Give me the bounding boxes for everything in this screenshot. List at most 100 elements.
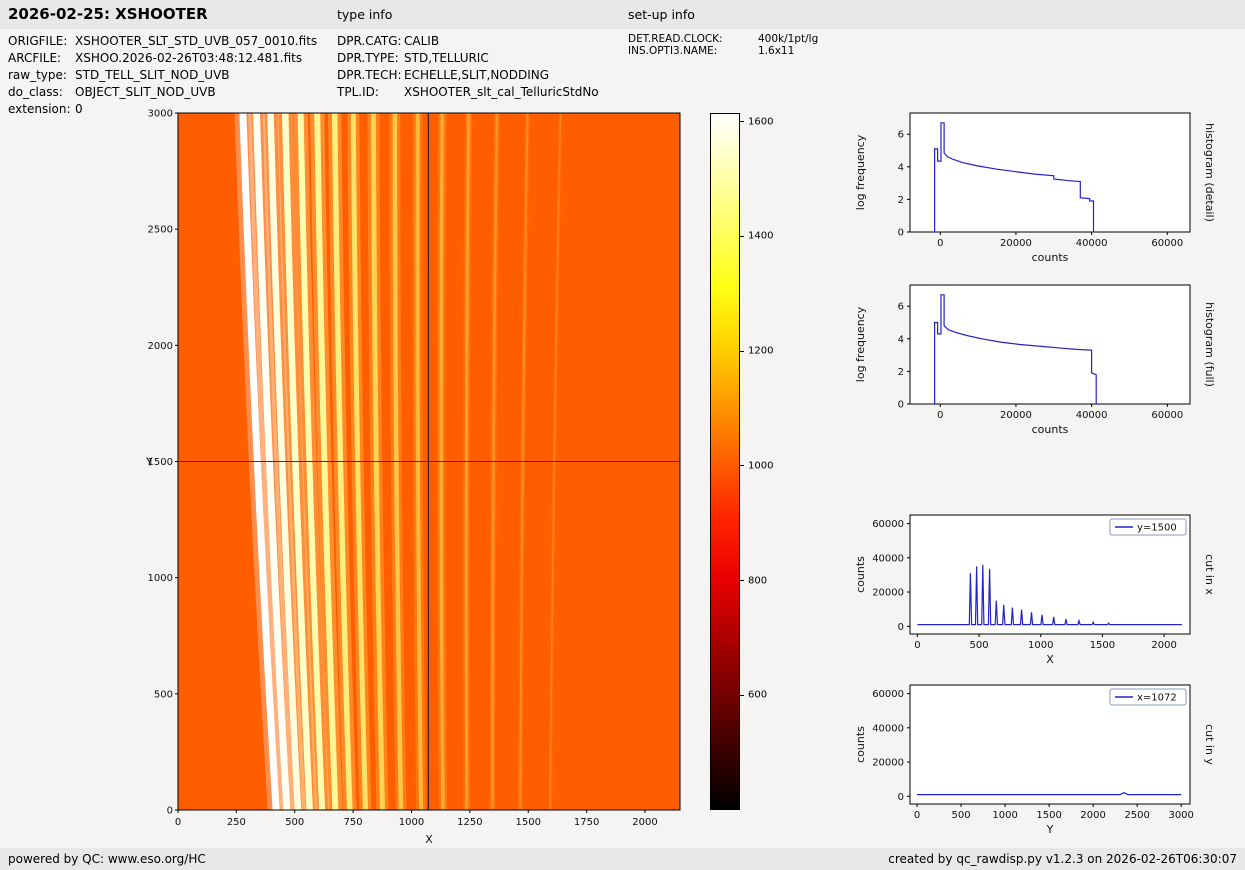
metadata-row: ARCFILE: XSHOO.2026-02-26T03:48:12.481.fi… [8,50,317,67]
x-tick-label: 2000 [632,817,657,828]
y-tick-label: 6 [898,302,904,313]
x-tick-label: 20000 [1000,410,1032,421]
x-axis-label: X [1046,653,1054,666]
header-bar: 2026-02-25: XSHOOTER type info set-up in… [0,0,1245,29]
x-tick-label: 500 [285,817,304,828]
x-tick-label: 0 [937,238,943,249]
side-label: histogram (full) [1203,302,1216,387]
side-label: cut in x [1203,554,1216,595]
raw-image-layers [178,113,680,810]
y-tick-label: 1000 [148,573,173,584]
field-label: ARCFILE: [8,51,62,65]
x-tick-label: 1750 [574,817,599,828]
y-tick-label: 4 [898,334,904,345]
metadata-row: ORIGFILE: XSHOOTER_SLT_STD_UVB_057_0010.f… [8,33,317,50]
legend-label: x=1072 [1137,693,1177,704]
y-tick-label: 500 [154,689,173,700]
field-value: OBJECT_SLIT_NOD_UVB [75,85,216,99]
y-axis-label: counts [854,726,867,763]
cut-in-x-canvas: 0 500 1000 1500 20000200004000060000Xcounts c… [854,514,1216,666]
y-tick-label: 0 [898,622,904,633]
footer-powered-by: powered by QC: www.eso.org/HC [8,852,206,866]
colorbar-tick-mark [740,465,744,467]
y-tick-label: 0 [898,792,904,803]
histogram_detail-frame [909,112,1191,233]
x-tick-label: 500 [970,640,989,651]
colorbar-tick-label: 1200 [748,345,774,357]
side-label: histogram (detail) [1203,123,1216,222]
metadata-row: INS.OPTI3.NAME: 1.6x11 [628,45,818,57]
metadata-row: DPR.TECH: ECHELLE,SLIT,NODDING [337,67,599,84]
x-tick-label: 1500 [1090,640,1115,651]
colorbar-tick-label: 600 [748,689,768,701]
field-value: XSHOOTER_slt_cal_TelluricStdNo [404,85,599,99]
type-info-heading: type info [337,7,393,22]
colorbar-gradient [710,113,740,810]
field-value: CALIB [404,34,440,48]
metadata-row: DPR.TYPE: STD,TELLURIC [337,50,599,67]
x-axis-label: X [425,833,433,846]
y-tick-label: 0 [898,400,904,411]
field-label: INS.OPTI3.NAME: [628,45,718,57]
y-axis-label: log frequency [854,134,867,210]
field-value: STD,TELLURIC [404,51,489,65]
x-tick-label: 3000 [1168,810,1193,821]
cut-in-y-panel: 0 500 1000 1500 2000 2500 3000 0 20000 40000 60000… [848,680,1220,850]
x-tick-label: 2000 [1080,810,1105,821]
x-axis-label: counts [1032,423,1069,436]
metadata-type-block: DPR.CATG: CALIB DPR.TYPE: STD,TELLURIC DPR.T… [337,33,599,101]
y-axis-label: Y [145,456,153,469]
colorbar-tick-mark [740,694,744,696]
x-tick-label: 1000 [992,810,1017,821]
field-value: XSHOO.2026-02-26T03:48:12.481.fits [75,51,303,65]
x-tick-label: 500 [952,810,971,821]
field-label: ORIGFILE: [8,34,68,48]
field-label: TPL.ID: [337,85,379,99]
histogram-detail-canvas: 0 20000 40000 60000 0 2 4 6 counts log frequency h… [854,112,1216,264]
y-tick-label: 2000 [148,341,173,352]
x-tick-label: 20000 [1000,238,1032,249]
colorbar-tick-label: 800 [748,575,768,587]
y-tick-label: 3000 [148,109,173,120]
footer-created-by: created by qc_rawdisp.py v1.2.3 on 2026-… [888,852,1237,866]
y-tick-label: 20000 [872,758,904,769]
x-tick-label: 1500 [516,817,541,828]
x-tick-label: 40000 [1076,410,1108,421]
x-axis-label: Y [1046,823,1054,836]
colorbar-panel: 600 800 1000 1200 1400 1600 [702,105,832,870]
histogram-full-panel: 0 20000 40000 60000 0 2 4 6 counts log frequency h… [848,280,1220,450]
colorbar-tick-mark [740,235,744,237]
metadata-row: DET.READ.CLOCK: 400k/1pt/lg [628,33,818,45]
metadata-row: do_class: OBJECT_SLIT_NOD_UVB [8,84,317,101]
histogram_full-frame [909,284,1191,405]
x-tick-label: 250 [227,817,246,828]
y-tick-label: 60000 [872,519,904,530]
field-value: 400k/1pt/lg [758,33,819,45]
x-tick-label: 40000 [1076,238,1108,249]
colorbar-tick-label: 1000 [748,460,774,472]
y-tick-label: 40000 [872,723,904,734]
y-tick-label: 0 [167,806,173,817]
y-tick-label: 20000 [872,588,904,599]
y-tick-label: 0 [898,228,904,239]
metadata-row: TPL.ID: XSHOOTER_slt_cal_TelluricStdNo [337,84,599,101]
field-label: do_class: [8,85,63,99]
y-tick-label: 4 [898,162,904,173]
x-tick-label: 0 [914,810,920,821]
metadata-row: DPR.CATG: CALIB [337,33,599,50]
field-value: 1.6x11 [758,45,795,57]
y-tick-label: 2 [898,195,904,206]
x-axis-label: counts [1032,251,1069,264]
y-tick-label: 40000 [872,553,904,564]
colorbar-tick-label: 1600 [748,116,774,128]
x-tick-label: 1000 [399,817,424,828]
field-value: 0 [75,102,83,116]
legend-label: y=1500 [1137,523,1177,534]
field-value: ECHELLE,SLIT,NODDING [404,68,550,82]
y-tick-label: 60000 [872,689,904,700]
y-tick-label: 6 [898,130,904,141]
x-tick-label: 60000 [1151,410,1183,421]
y-tick-label: 2 [898,367,904,378]
raw-image-canvas: 0 250 500 750 1000 1250 1500 1750 20000500100015… [145,109,681,846]
y-axis-label: counts [854,556,867,593]
